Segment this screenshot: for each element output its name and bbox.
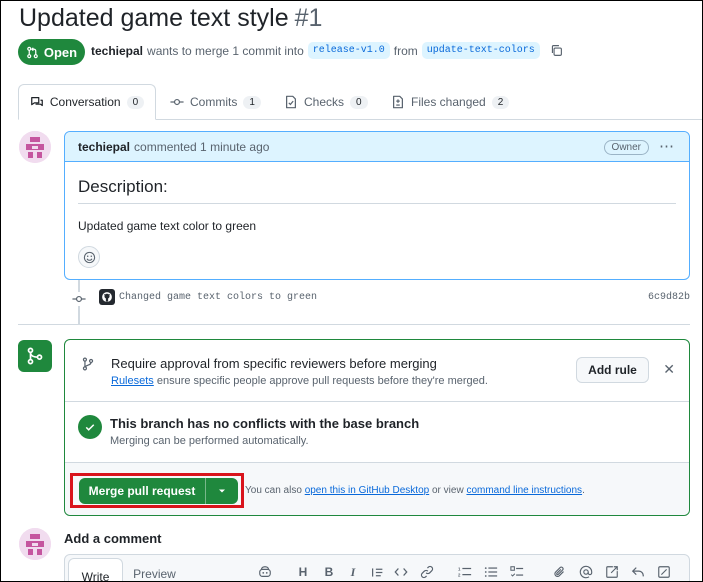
tab-conversation[interactable]: Conversation 0 bbox=[18, 84, 156, 120]
tab-counter: 0 bbox=[126, 95, 145, 109]
diff-ignored-icon[interactable] bbox=[656, 564, 672, 580]
github-mark-icon[interactable] bbox=[99, 289, 115, 305]
ordered-list-icon[interactable]: 12 bbox=[457, 564, 473, 580]
avatar[interactable] bbox=[19, 528, 51, 560]
pr-merge-text: wants to merge 1 commit into bbox=[147, 43, 304, 58]
merge-status-subtitle: Merging can be performed automatically. bbox=[110, 435, 309, 447]
pr-meta: techiepal wants to merge 1 commit into r… bbox=[91, 42, 563, 59]
comment-card: techiepal commented 1 minute ago Owner ⋯… bbox=[64, 131, 690, 280]
tab-counter: 1 bbox=[243, 95, 261, 109]
merge-actions: Merge pull request You can also open thi… bbox=[65, 463, 689, 515]
ruleset-suggestion: Require approval from specific reviewers… bbox=[65, 340, 689, 402]
git-branch-icon bbox=[82, 357, 94, 371]
bold-button[interactable]: B bbox=[321, 564, 337, 580]
comment-header: techiepal commented 1 minute ago bbox=[65, 132, 689, 162]
red-highlight-annotation bbox=[70, 473, 244, 508]
tab-label: Files changed bbox=[411, 95, 486, 109]
tab-label: Commits bbox=[190, 95, 238, 109]
kebab-horizontal-icon[interactable]: ⋯ bbox=[659, 137, 675, 155]
task-list-icon[interactable] bbox=[509, 564, 525, 580]
pr-number: #1 bbox=[294, 4, 323, 32]
add-comment-heading: Add a comment bbox=[64, 531, 162, 546]
git-commit-icon bbox=[170, 98, 184, 106]
git-pull-request-icon bbox=[27, 46, 38, 58]
pr-tabs: Conversation 0 Commits 1 Checks 0 Files … bbox=[18, 84, 703, 120]
commit-message-link[interactable]: Changed game text colors to green bbox=[119, 292, 317, 303]
checklist-icon bbox=[286, 95, 296, 109]
markdown-toolbar: H B I 12 bbox=[257, 564, 689, 582]
add-reaction-button[interactable] bbox=[78, 246, 100, 268]
add-rule-button[interactable]: Add rule bbox=[576, 357, 649, 383]
ruleset-description-text: ensure specific people approve pull requ… bbox=[156, 375, 488, 387]
ruleset-title: Require approval from specific reviewers… bbox=[111, 356, 437, 371]
pr-author-link[interactable]: techiepal bbox=[91, 44, 143, 58]
heading-button[interactable]: H bbox=[295, 564, 311, 580]
merge-alternatives-text: You can also open this in GitHub Desktop… bbox=[245, 485, 585, 496]
quote-icon[interactable] bbox=[369, 564, 385, 580]
italic-button[interactable]: I bbox=[345, 564, 361, 580]
git-merge-icon bbox=[18, 340, 52, 372]
svg-text:2: 2 bbox=[458, 572, 461, 577]
tab-counter: 0 bbox=[350, 95, 368, 109]
tab-checks[interactable]: Checks 0 bbox=[284, 84, 368, 120]
comment-editor: Write Preview H B I 12 bbox=[64, 554, 690, 582]
timeline-divider bbox=[18, 324, 690, 325]
commit-sha-link[interactable]: 6c9d82b bbox=[648, 292, 690, 303]
tab-label: Conversation bbox=[49, 95, 121, 109]
tab-counter: 2 bbox=[491, 95, 510, 109]
or-view-text: or view bbox=[431, 485, 464, 496]
merge-status-title: This branch has no conflicts with the ba… bbox=[110, 416, 420, 431]
write-tab[interactable]: Write bbox=[68, 558, 123, 582]
period-text: . bbox=[582, 485, 585, 496]
comment-body: Updated game text color to green bbox=[78, 219, 257, 233]
link-icon[interactable] bbox=[419, 564, 435, 580]
reply-icon[interactable] bbox=[630, 564, 646, 580]
smiley-icon bbox=[83, 251, 95, 263]
tab-files-changed[interactable]: Files changed 2 bbox=[391, 84, 510, 120]
copy-icon[interactable] bbox=[550, 44, 563, 57]
comment-timestamp[interactable]: commented 1 minute ago bbox=[134, 140, 269, 154]
cross-reference-icon[interactable] bbox=[604, 564, 620, 580]
code-icon[interactable] bbox=[393, 564, 409, 580]
file-diff-icon bbox=[393, 95, 403, 109]
mention-icon[interactable] bbox=[578, 564, 594, 580]
pr-state-label: Open bbox=[43, 44, 78, 60]
tab-label: Checks bbox=[304, 95, 345, 109]
command-line-instructions-link[interactable]: command line instructions bbox=[466, 485, 582, 496]
git-commit-icon bbox=[72, 292, 86, 306]
check-icon bbox=[78, 415, 102, 439]
owner-badge: Owner bbox=[603, 140, 649, 155]
paperclip-icon[interactable] bbox=[552, 564, 568, 580]
base-branch-link[interactable]: release-v1.0 bbox=[307, 42, 390, 59]
github-desktop-link[interactable]: open this in GitHub Desktop bbox=[305, 485, 430, 496]
head-branch-link[interactable]: update-text-colors bbox=[421, 42, 540, 59]
pr-title-row: Updated game text style #1 bbox=[19, 4, 322, 33]
svg-text:1: 1 bbox=[458, 566, 461, 571]
also-prefix: You can also bbox=[245, 485, 302, 496]
pr-title: Updated game text style bbox=[19, 4, 289, 32]
rulesets-link[interactable]: Rulesets bbox=[111, 375, 154, 387]
pr-state-badge: Open bbox=[18, 39, 85, 65]
comment-heading: Description: bbox=[78, 177, 676, 204]
preview-tab[interactable]: Preview bbox=[132, 558, 177, 582]
close-icon[interactable]: ✕ bbox=[663, 361, 675, 378]
tab-commits[interactable]: Commits 1 bbox=[170, 84, 261, 120]
comment-discussion-icon bbox=[30, 97, 43, 107]
merge-box: Require approval from specific reviewers… bbox=[64, 339, 690, 516]
from-text: from bbox=[393, 43, 418, 58]
ruleset-description: Rulesets ensure specific people approve … bbox=[111, 375, 488, 387]
copilot-icon[interactable] bbox=[257, 564, 273, 580]
avatar[interactable] bbox=[19, 131, 51, 163]
unordered-list-icon[interactable] bbox=[483, 564, 499, 580]
comment-author-link[interactable]: techiepal bbox=[78, 140, 130, 154]
merge-status: This branch has no conflicts with the ba… bbox=[65, 402, 689, 463]
